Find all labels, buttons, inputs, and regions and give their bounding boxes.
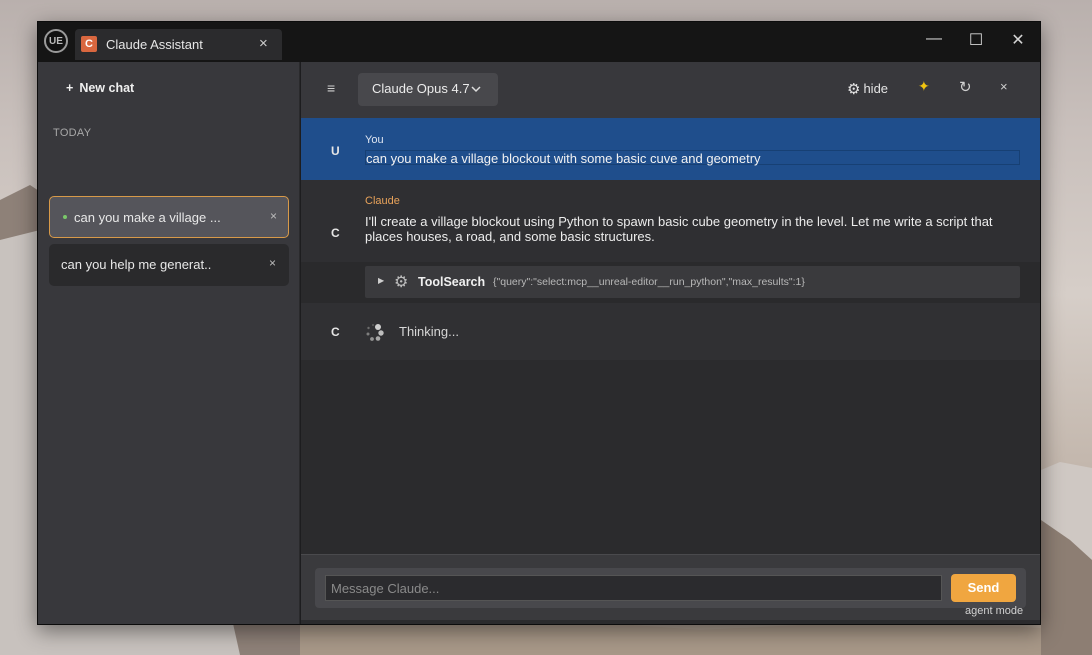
new-chat-button[interactable]: + New chat xyxy=(66,81,134,95)
loading-spinner-icon xyxy=(366,324,384,341)
sparkle-icon[interactable]: ✦ xyxy=(918,78,930,95)
gear-icon: ⚙ xyxy=(394,274,409,291)
plus-icon: + xyxy=(66,81,74,95)
tool-call-row: ▶ ⚙ ToolSearch {"query":"select:mcp__unr… xyxy=(301,262,1040,303)
close-window-button[interactable]: ✕ xyxy=(1003,30,1033,50)
chat-main: ≡ Claude Opus 4.7 ⚙ hide ✦ ↻ × U You can … xyxy=(301,62,1040,624)
avatar: C xyxy=(331,325,340,339)
message-input[interactable] xyxy=(325,575,942,601)
composer-area: Send xyxy=(301,554,1040,620)
chat-close-icon[interactable]: × xyxy=(270,209,277,223)
chat-item-generate[interactable]: can you help me generat... × xyxy=(49,244,289,286)
title-bar: UE C Claude Assistant × — ☐ ✕ xyxy=(38,22,1040,62)
hide-label: hide xyxy=(863,81,889,96)
composer: Send xyxy=(315,568,1026,608)
section-label-today: TODAY xyxy=(53,127,92,139)
maximize-button[interactable]: ☐ xyxy=(961,30,991,50)
expand-triangle-icon[interactable]: ▶ xyxy=(378,276,384,285)
assistant-message: C Claude I'll create a village blockout … xyxy=(301,180,1040,262)
chat-close-icon[interactable]: × xyxy=(269,256,276,270)
sender-name: You xyxy=(365,134,384,146)
avatar: C xyxy=(331,226,340,240)
refresh-icon[interactable]: ↻ xyxy=(959,78,972,96)
tool-args: {"query":"select:mcp__unreal-editor__run… xyxy=(493,276,805,288)
chat-item-label: can you help me generat... xyxy=(61,257,211,272)
thinking-text: Thinking... xyxy=(399,324,459,339)
tab-claude-assistant[interactable]: C Claude Assistant × xyxy=(75,29,282,60)
avatar: U xyxy=(331,144,340,158)
new-chat-label: New chat xyxy=(79,81,135,95)
active-dot-icon xyxy=(63,215,67,219)
message-text: I'll create a village blockout using Pyt… xyxy=(365,214,993,244)
close-panel-icon[interactable]: × xyxy=(1000,79,1008,94)
minimize-button[interactable]: — xyxy=(919,30,949,48)
unreal-logo-icon: UE xyxy=(44,29,68,53)
menu-icon[interactable]: ≡ xyxy=(327,80,335,96)
hide-button[interactable]: ⚙ hide xyxy=(847,80,888,98)
thinking-message: C Thinking... xyxy=(301,303,1040,360)
user-message: U You can you make a village blockout wi… xyxy=(301,118,1040,180)
claude-app-icon: C xyxy=(81,36,97,52)
chevron-down-icon xyxy=(471,86,481,93)
agent-mode-label[interactable]: agent mode xyxy=(965,605,1023,617)
message-text: can you make a village blockout with som… xyxy=(365,150,1020,166)
model-name: Claude Opus 4.7 xyxy=(372,81,470,96)
send-button[interactable]: Send xyxy=(951,574,1016,602)
tool-name: ToolSearch xyxy=(418,275,486,289)
tab-title: Claude Assistant xyxy=(106,37,203,52)
gear-icon: ⚙ xyxy=(847,81,861,98)
model-selector[interactable]: Claude Opus 4.7 xyxy=(358,73,498,106)
tool-call-block[interactable]: ▶ ⚙ ToolSearch {"query":"select:mcp__unr… xyxy=(365,266,1020,298)
sender-name: Claude xyxy=(365,195,400,207)
sidebar: + New chat TODAY can you make a village .… xyxy=(38,62,300,624)
chat-item-village[interactable]: can you make a village ... × xyxy=(49,196,289,238)
chat-item-label: can you make a village ... xyxy=(74,210,221,225)
chat-toolbar: ≡ Claude Opus 4.7 ⚙ hide ✦ ↻ × xyxy=(301,62,1040,118)
tab-close-icon[interactable]: × xyxy=(259,35,268,52)
claude-assistant-window: UE C Claude Assistant × — ☐ ✕ + New chat … xyxy=(37,21,1041,625)
